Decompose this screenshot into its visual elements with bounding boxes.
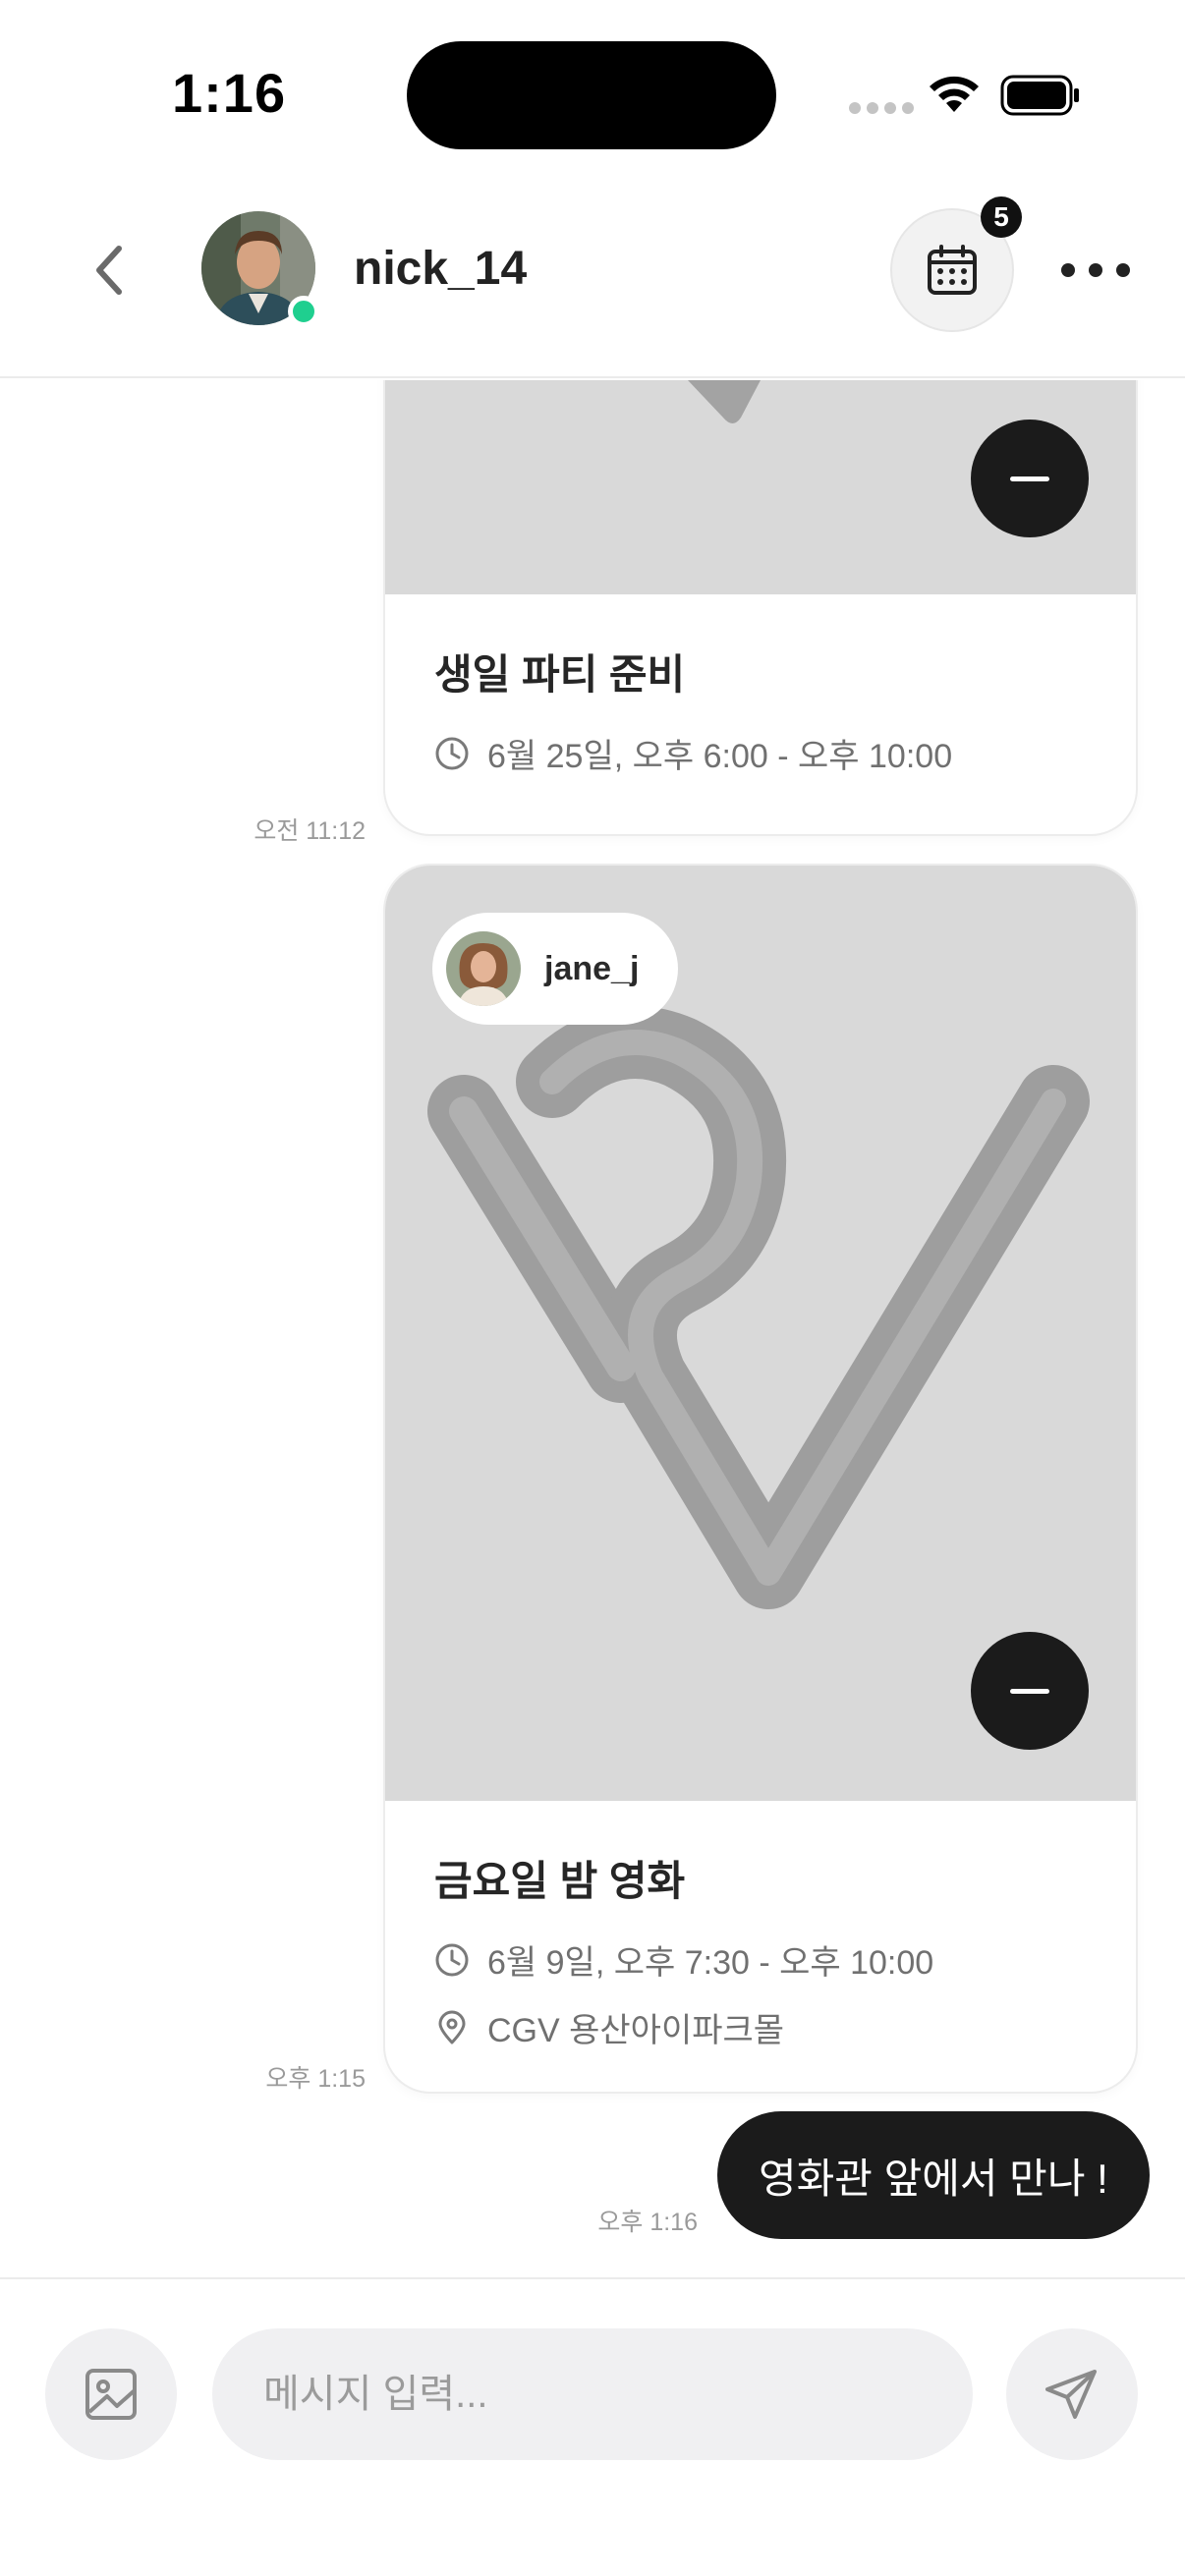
online-status-dot — [288, 296, 319, 327]
event-title: 금요일 밤 영화 — [434, 1858, 686, 1904]
more-dot-icon — [1061, 263, 1075, 277]
clock-icon — [435, 737, 469, 769]
event-image: jane_j — [385, 866, 1136, 1801]
minus-icon — [1010, 1688, 1049, 1694]
battery-icon — [1000, 75, 1079, 116]
event-datetime-row: 6월 9일, 오후 7:30 - 오후 10:00 — [434, 1935, 1087, 1984]
author-name: jane_j — [544, 949, 640, 987]
clock-icon — [435, 1943, 469, 1976]
image-icon — [85, 2369, 137, 2420]
send-icon — [1045, 2370, 1097, 2419]
message-timestamp: 오후 1:16 — [597, 2209, 698, 2236]
event-datetime-row: 6월 25일, 오후 6:00 - 오후 10:00 — [434, 729, 1087, 777]
cellular-signal-icon — [849, 102, 914, 114]
chat-header: nick_14 5 — [0, 167, 1185, 378]
wifi-icon — [930, 76, 979, 112]
event-datetime: 6월 9일, 오후 7:30 - 오후 10:00 — [487, 1944, 934, 1982]
event-card[interactable]: jane_j 금요일 밤 영화 6월 9일, 오후 7:30 - 오후 10:0… — [385, 866, 1136, 2092]
author-avatar — [446, 931, 521, 1006]
remove-event-button[interactable] — [971, 1632, 1089, 1750]
status-time: 1:16 — [172, 62, 287, 124]
event-datetime: 6월 25일, 오후 6:00 - 오후 10:00 — [487, 738, 953, 775]
status-bar: 1:16 — [0, 0, 1185, 167]
message-timestamp: 오전 11:12 — [254, 817, 366, 845]
location-pin-icon — [438, 2010, 466, 2044]
event-location: CGV 용산아이파크몰 — [487, 2012, 785, 2049]
calendar-count-badge: 5 — [981, 196, 1022, 238]
attach-image-button[interactable] — [45, 2328, 177, 2460]
back-button[interactable] — [79, 236, 138, 305]
more-options-button[interactable] — [1061, 246, 1130, 295]
send-button[interactable] — [1006, 2328, 1138, 2460]
more-dot-icon — [1089, 263, 1102, 277]
event-location-row: CGV 용산아이파크몰 — [434, 2003, 1087, 2051]
event-card[interactable]: 생일 파티 준비 6월 25일, 오후 6:00 - 오후 10:00 — [385, 380, 1136, 834]
dynamic-island — [407, 41, 776, 149]
contact-avatar[interactable] — [201, 211, 319, 327]
calendar-icon — [928, 245, 977, 295]
contact-username[interactable]: nick_14 — [354, 242, 527, 296]
remove-event-button[interactable] — [971, 420, 1089, 537]
message-composer — [0, 2277, 1185, 2576]
more-dot-icon — [1116, 263, 1130, 277]
message-input[interactable] — [212, 2328, 973, 2460]
event-title: 생일 파티 준비 — [434, 651, 686, 698]
sent-message-bubble[interactable]: 영화관 앞에서 만나 ! — [717, 2111, 1150, 2239]
chevron-left-icon — [96, 246, 122, 295]
author-chip[interactable]: jane_j — [432, 913, 679, 1025]
message-list[interactable]: 생일 파티 준비 6월 25일, 오후 6:00 - 오후 10:00 오전 1… — [0, 380, 1185, 2276]
event-image — [385, 380, 1136, 594]
message-timestamp: 오후 1:15 — [265, 2065, 366, 2093]
minus-icon — [1010, 476, 1049, 481]
